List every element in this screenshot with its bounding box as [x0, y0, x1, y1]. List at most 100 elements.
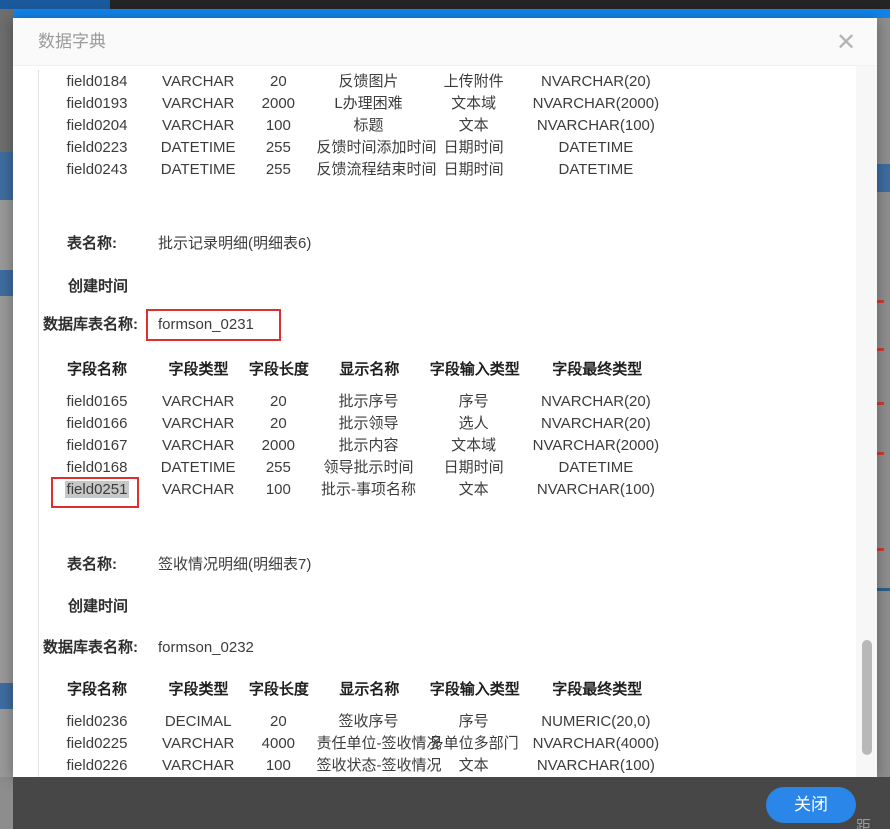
final-type-cell: NVARCHAR(100): [527, 479, 665, 501]
annotation-box-db-name: [146, 309, 281, 341]
input-type-cell: 上传附件: [425, 71, 523, 93]
input-type-cell: 序号: [425, 711, 523, 733]
table-name-value: 签收情况明细(明细表7): [158, 554, 311, 576]
field-type-cell: VARCHAR: [156, 391, 240, 413]
input-type-cell: 文本域: [425, 93, 523, 115]
field-name-cell: field0243: [42, 159, 152, 181]
field-name-cell: field0166: [42, 413, 152, 435]
fields-table-formson-0232: field0236 DECIMAL 20 签收序号 序号 NUMERIC(20,…: [42, 711, 665, 777]
page-text-fragment: [0, 683, 13, 709]
field-type-cell: VARCHAR: [156, 93, 240, 115]
browser-tab-fragment: [0, 0, 110, 9]
field-name-cell: field0223: [42, 137, 152, 159]
table-row: field0226 VARCHAR 100 签收状态-签收情况 文本 NVARC…: [42, 755, 665, 777]
table-row: field0243 DATETIME 255 反馈流程结束时间 日期时间 DAT…: [42, 159, 665, 181]
input-type-cell: 日期时间: [425, 137, 523, 159]
field-length-cell: 100: [244, 115, 312, 137]
col-header-final-type: 字段最终类型: [528, 679, 666, 701]
field-type-cell: VARCHAR: [156, 733, 240, 755]
screen: 数据字典 ✕ field0184 VARCHAR 20 反馈图片 上传附件 NV…: [0, 0, 890, 829]
fields-table-scrolled: field0184 VARCHAR 20 反馈图片 上传附件 NVARCHAR(…: [42, 71, 665, 181]
db-table-name-label: 数据库表名称:: [43, 637, 138, 659]
content-left-border: [38, 70, 39, 777]
left-edge-dark-segment: [0, 9, 13, 152]
field-length-cell: 2000: [244, 93, 312, 115]
dimmed-page-left-edge: [0, 9, 13, 829]
col-header-field-type: 字段类型: [156, 359, 240, 381]
field-length-cell: 255: [244, 159, 312, 181]
dialog-title: 数据字典: [38, 18, 106, 66]
page-text-fragment: [0, 270, 13, 296]
field-length-cell: 2000: [244, 435, 312, 457]
left-edge-blue-block: [0, 152, 13, 200]
table-row: field0236 DECIMAL 20 签收序号 序号 NUMERIC(20,…: [42, 711, 665, 733]
table-row: field0167 VARCHAR 2000 批示内容 文本域 NVARCHAR…: [42, 435, 665, 457]
field-type-cell: DATETIME: [156, 457, 240, 479]
display-name-cell: 反馈图片: [317, 71, 421, 93]
col-header-field-length: 字段长度: [245, 359, 313, 381]
field-name-cell: field0168: [42, 457, 152, 479]
field-length-cell: 4000: [244, 733, 312, 755]
col-header-display-name: 显示名称: [317, 359, 421, 381]
page-text-fragment: [0, 784, 13, 806]
table-name-value: 批示记录明细(明细表6): [158, 233, 311, 255]
display-name-cell: 批示-事项名称: [317, 479, 421, 501]
page-text-fragment: [0, 418, 13, 440]
field-name-cell: field0225: [42, 733, 152, 755]
final-type-cell: DATETIME: [527, 457, 665, 479]
page-mark-fragment: [877, 588, 890, 591]
dialog-scrollbar-thumb[interactable]: [862, 640, 872, 755]
close-button[interactable]: 关闭: [766, 787, 856, 823]
page-mark-fragment: [877, 402, 884, 405]
field-length-cell: 20: [244, 413, 312, 435]
page-text-fragment: 距: [856, 815, 871, 829]
page-text-fragment: [0, 468, 13, 490]
display-name-cell: L办理困难: [317, 93, 421, 115]
display-name-cell: 领导批示时间: [317, 457, 421, 479]
final-type-cell: NVARCHAR(100): [527, 755, 665, 777]
display-name-cell: 反馈时间添加时间: [317, 137, 421, 159]
table-name-label: 表名称:: [67, 233, 117, 255]
field-name-cell: field0193: [42, 93, 152, 115]
created-time-label: 创建时间: [68, 596, 128, 618]
field-length-cell: 255: [244, 137, 312, 159]
col-header-field-name: 字段名称: [42, 679, 152, 701]
annotation-box-field0251: [51, 477, 139, 508]
field-type-cell: VARCHAR: [156, 115, 240, 137]
close-icon[interactable]: ✕: [829, 26, 863, 60]
input-type-cell: 选人: [425, 413, 523, 435]
col-header-display-name: 显示名称: [317, 679, 421, 701]
display-name-cell: 签收状态-签收情况: [317, 755, 421, 777]
final-type-cell: NVARCHAR(4000): [527, 733, 665, 755]
display-name-cell: 批示内容: [317, 435, 421, 457]
right-edge-blue-block: [877, 164, 890, 192]
field-type-cell: DATETIME: [156, 137, 240, 159]
field-length-cell: 255: [244, 457, 312, 479]
input-type-cell: 多单位多部门: [425, 733, 523, 755]
db-table-name-value: formson_0232: [158, 637, 254, 659]
field-length-cell: 100: [244, 479, 312, 501]
display-name-cell: 批示领导: [317, 413, 421, 435]
field-type-cell: DATETIME: [156, 159, 240, 181]
page-mark-fragment: [877, 548, 884, 551]
col-header-field-name: 字段名称: [42, 359, 152, 381]
page-mark-fragment: [877, 452, 884, 455]
field-type-cell: VARCHAR: [156, 71, 240, 93]
field-name-cell: field0167: [42, 435, 152, 457]
display-name-cell: 签收序号: [317, 711, 421, 733]
final-type-cell: NVARCHAR(100): [527, 115, 665, 137]
table-row: field0166 VARCHAR 20 批示领导 选人 NVARCHAR(20…: [42, 413, 665, 435]
display-name-cell: 批示序号: [317, 391, 421, 413]
display-name-cell: 标题: [317, 115, 421, 137]
final-type-cell: DATETIME: [527, 159, 665, 181]
table-row: field0225 VARCHAR 4000 责任单位-签收情况 多单位多部门 …: [42, 733, 665, 755]
page-text-fragment: [0, 528, 13, 550]
field-length-cell: 20: [244, 71, 312, 93]
final-type-cell: NVARCHAR(2000): [527, 93, 665, 115]
page-text-fragment: [0, 303, 13, 325]
page-text-fragment: [0, 725, 13, 747]
field-length-cell: 20: [244, 711, 312, 733]
field-name-cell: field0204: [42, 115, 152, 137]
table-row: field0184 VARCHAR 20 反馈图片 上传附件 NVARCHAR(…: [42, 71, 665, 93]
dimmed-page-right-edge: [877, 18, 890, 829]
